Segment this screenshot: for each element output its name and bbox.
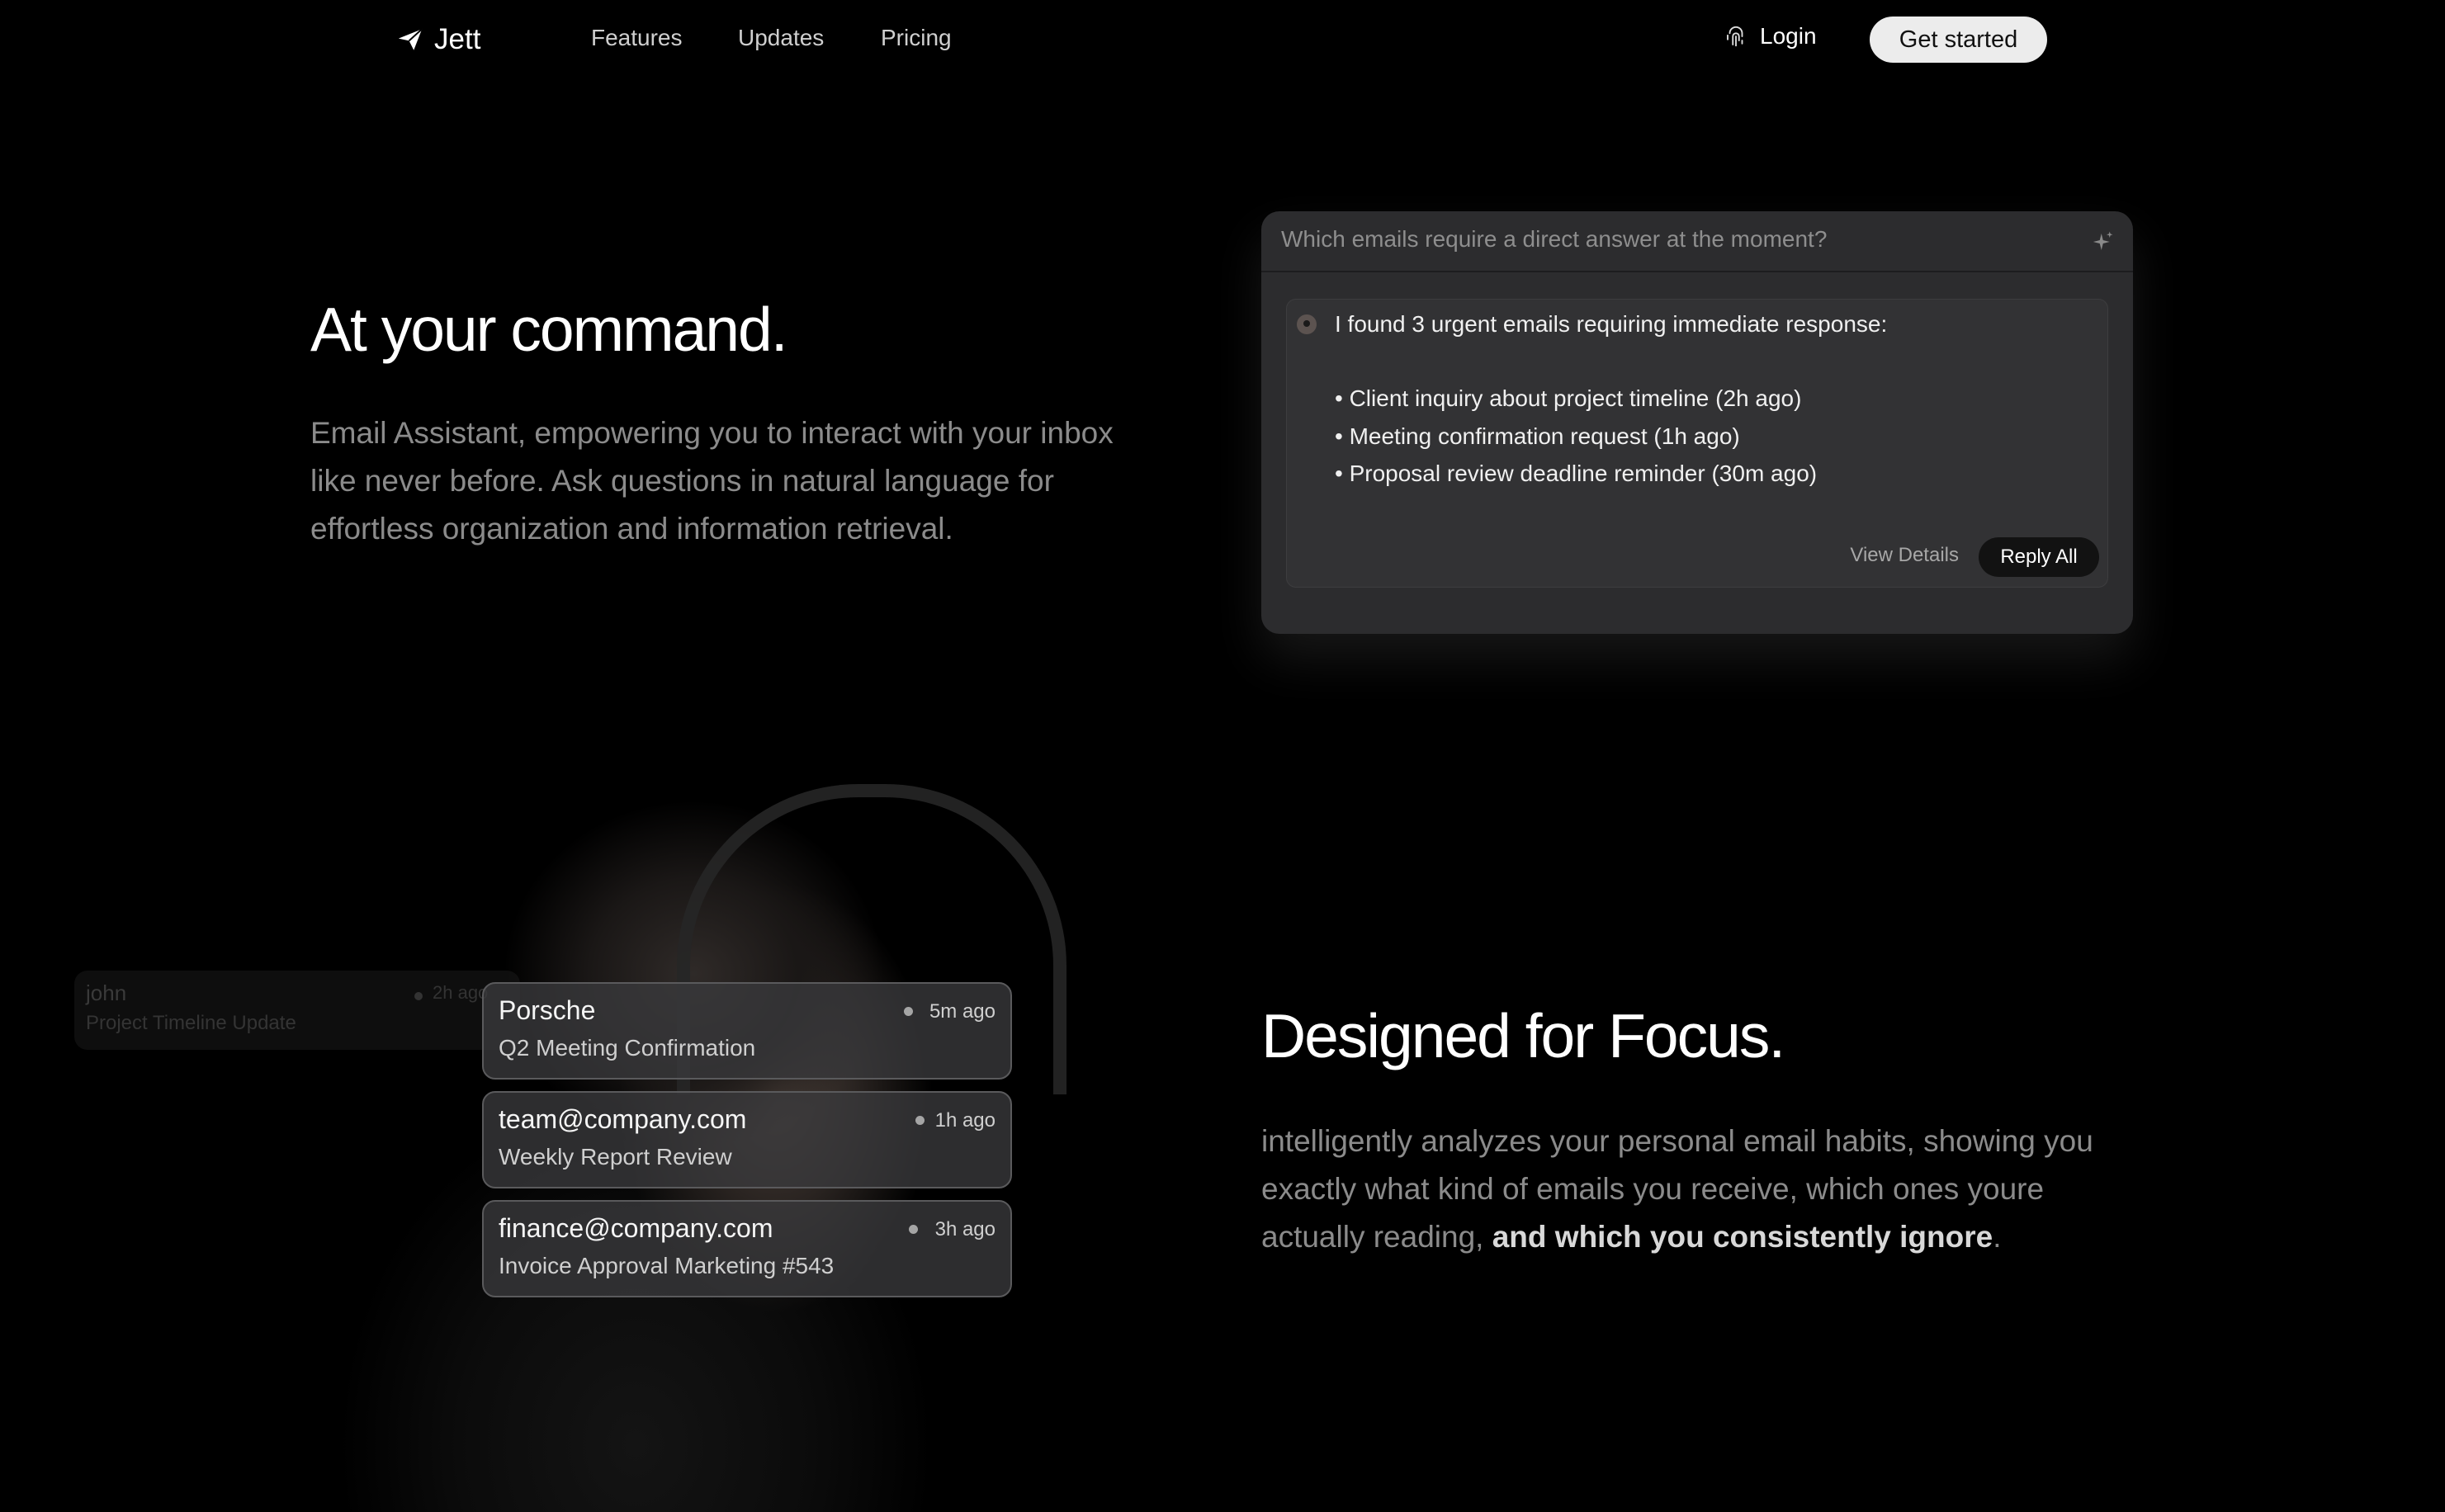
top-navigation: Jett Features Updates Pricing Login Get … [0,0,2445,79]
reply-all-button[interactable]: Reply All [1979,537,2099,577]
status-dot-icon [414,992,423,1000]
email-sender: team@company.com [499,1104,747,1134]
focus-end: . [1993,1220,2002,1254]
login-button[interactable]: Login [1724,23,1817,50]
email-card[interactable]: Porsche Q2 Meeting Confirmation 5m ago [482,982,1012,1080]
focus-emphasis: and which you consistently ignore [1492,1220,1993,1254]
focus-title: Designed for Focus. [1261,1001,1785,1070]
response-item: • Proposal review deadline reminder (30m… [1335,461,1818,486]
email-time: 5m ago [929,1000,995,1023]
email-subject: Invoice Approval Marketing #543 [499,1253,835,1278]
response-item: • Client inquiry about project timeline … [1335,385,1802,411]
focus-description: intelligently analyzes your personal ema… [1261,1117,2145,1261]
email-sender: finance@company.com [499,1213,773,1243]
assistant-avatar-icon [1297,314,1317,334]
email-card[interactable]: finance@company.com Invoice Approval Mar… [482,1200,1012,1297]
sparkle-icon[interactable] [2090,229,2115,254]
hero-description: Email Assistant, empowering you to inter… [310,416,1114,546]
email-subject: Project Timeline Update [86,1012,296,1034]
get-started-button[interactable]: Get started [1870,17,2047,63]
nav-link-features[interactable]: Features [591,25,683,51]
email-sender: Porsche [499,995,596,1025]
logo-link[interactable]: Jett [396,20,480,59]
assistant-response: I found 3 urgent emails requiring immedi… [1286,299,2108,588]
fingerprint-icon [1727,26,1743,47]
email-sender: john [86,980,127,1005]
email-subject: Q2 Meeting Confirmation [499,1035,756,1061]
hero-title: At your command. [310,295,788,364]
email-card[interactable]: team@company.com Weekly Report Review 1h… [482,1091,1012,1188]
response-heading: I found 3 urgent emails requiring immedi… [1335,311,1888,337]
nav-link-pricing[interactable]: Pricing [881,25,952,51]
email-time: 3h ago [934,1218,995,1240]
nav-link-updates[interactable]: Updates [738,25,824,51]
response-item: • Meeting confirmation request (1h ago) [1335,423,1740,449]
email-time: 2h ago [433,982,489,1003]
paper-plane-icon [398,28,423,50]
view-details-link[interactable]: View Details [1850,544,1959,567]
logo-text: Jett [434,23,481,55]
email-time: 1h ago [934,1109,995,1132]
status-dot-icon [909,1225,918,1234]
email-subject: Weekly Report Review [499,1144,732,1169]
assistant-query-bar[interactable]: Which emails require a direct answer at … [1261,211,2133,272]
assistant-query-text: Which emails require a direct answer at … [1281,226,1828,252]
status-dot-icon [915,1116,925,1125]
faded-email-card: john Project Timeline Update 2h ago [74,971,520,1050]
login-label: Login [1760,23,1817,49]
assistant-panel: Which emails require a direct answer at … [1261,211,2133,634]
status-dot-icon [904,1007,913,1016]
